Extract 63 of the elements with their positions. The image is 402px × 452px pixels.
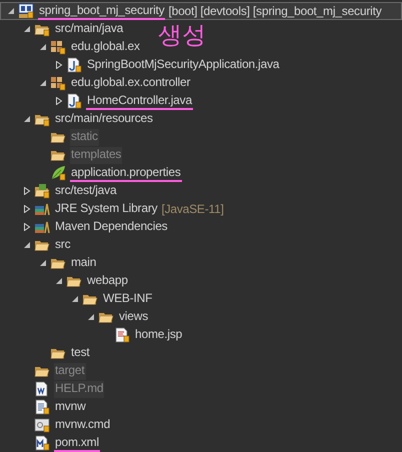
tree-item-label: src/test/java	[54, 182, 118, 198]
tree-row[interactable]: spring_boot_mj_security [boot] [devtools] [spring_boot_mj_security	[0, 2, 402, 20]
tree-row[interactable]: edu.global.ex.controller	[0, 74, 192, 92]
leaf-icon	[50, 165, 66, 181]
tree-row[interactable]: pom.xml	[0, 434, 101, 452]
tree-item-label: edu.global.ex	[70, 38, 141, 54]
tree-row[interactable]: src/main/resources	[0, 110, 155, 128]
tree-item-decoration: [boot] [devtools] [spring_boot_mj_security	[168, 4, 382, 18]
tree-row[interactable]: main	[0, 254, 98, 272]
text-file-icon	[34, 399, 50, 415]
tree-row[interactable]: src/test/java	[0, 182, 118, 200]
tree-row[interactable]: edu.global.ex	[0, 38, 142, 56]
package-icon	[50, 75, 66, 91]
tree-row[interactable]: views	[0, 308, 150, 326]
test-folder-icon	[34, 183, 50, 199]
tree-item-label: HELP.md	[54, 380, 104, 398]
tree-row[interactable]: src	[0, 236, 72, 254]
tree-item-label: SpringBootMjSecurityApplication.java	[86, 56, 280, 72]
tree-row[interactable]: test	[0, 344, 92, 362]
tree-item-label: test	[70, 344, 91, 360]
tree-row[interactable]: home.jsp	[0, 326, 184, 344]
tree-row[interactable]: src/main/java	[0, 20, 126, 38]
tree-item-label: edu.global.ex.controller	[70, 74, 192, 90]
tree-row[interactable]: mvnw	[0, 398, 88, 416]
package-icon	[50, 39, 66, 55]
tree-item-label: src/main/java	[54, 20, 124, 36]
tree-item-label: JRE System Library	[54, 200, 158, 216]
tree-item-label: home.jsp	[134, 326, 184, 342]
library-icon	[34, 201, 50, 217]
tree-item-label: application.properties	[70, 164, 182, 182]
jsp-file-icon	[114, 327, 130, 343]
tree-item-label: WEB-INF	[102, 290, 154, 306]
tree-item-label: HomeController.java	[86, 92, 193, 110]
handwritten-annotation: 생성	[158, 20, 206, 50]
library-icon	[34, 219, 50, 235]
maven-file-icon	[34, 435, 50, 451]
tree-item-label: pom.xml	[54, 434, 100, 452]
window-file-icon	[34, 417, 50, 433]
tree-row[interactable]: application.properties	[0, 164, 183, 182]
tree-row[interactable]: webapp	[0, 272, 130, 290]
tree-row[interactable]: WEB-INF	[0, 290, 154, 308]
tree-row[interactable]: mvnw.cmd	[0, 416, 112, 434]
tree-item-label: mvnw	[54, 398, 87, 414]
tree-item-label: views	[118, 308, 150, 324]
tree-item-label: templates	[70, 146, 122, 164]
tree-item-label: target	[54, 362, 86, 380]
tree-item-label: main	[70, 254, 98, 270]
tree-row[interactable]: SpringBootMjSecurityApplication.java	[0, 56, 282, 74]
tree-item-label: src	[54, 236, 72, 252]
document-icon	[34, 381, 50, 397]
tree-row[interactable]: HomeController.java	[0, 92, 194, 110]
tree-item-label: spring_boot_mj_security	[38, 2, 166, 20]
tree-row[interactable]: Maven Dependencies	[0, 218, 170, 236]
tree-row[interactable]: JRE System Library [JavaSE-11]	[0, 200, 225, 218]
tree-item-decoration: [JavaSE-11]	[161, 202, 224, 216]
tree-item-label: static	[70, 128, 99, 146]
tree-item-label: src/main/resources	[54, 110, 154, 126]
tree-item-label: webapp	[86, 272, 129, 288]
project-icon	[18, 3, 34, 19]
tree-item-label: mvnw.cmd	[54, 416, 112, 432]
java-file-icon	[66, 57, 82, 73]
tree-item-label: Maven Dependencies	[54, 218, 168, 234]
java-file-icon	[66, 93, 82, 109]
